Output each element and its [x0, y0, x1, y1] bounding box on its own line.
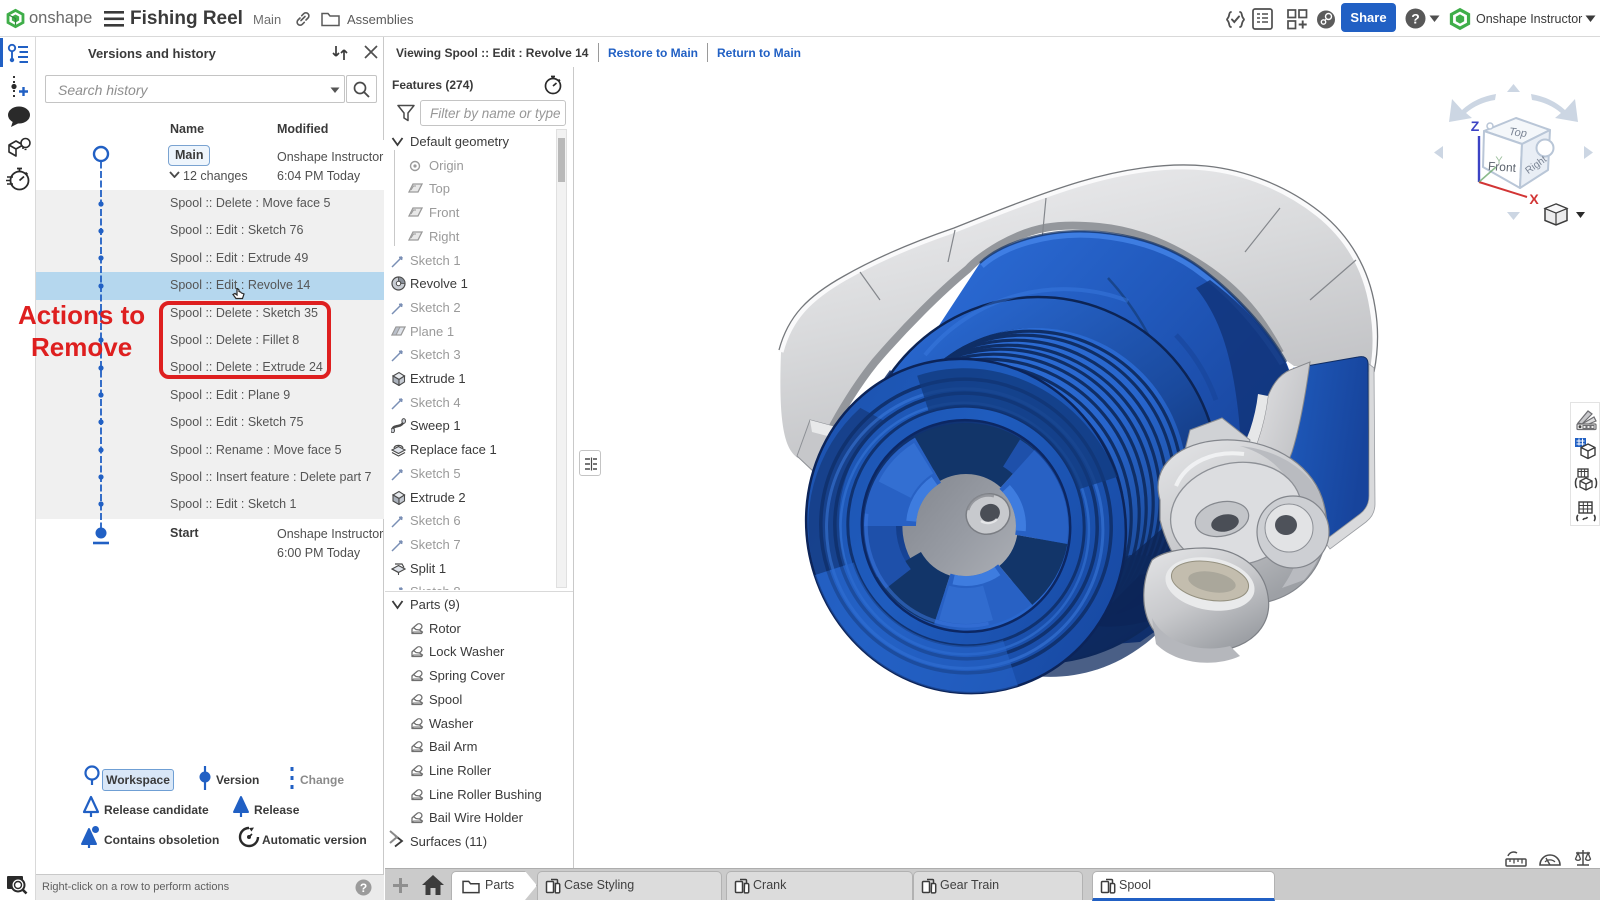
- svg-text:Y: Y: [1495, 155, 1503, 167]
- svg-text:X: X: [1529, 191, 1539, 207]
- svg-text:?: ?: [360, 881, 367, 895]
- svg-text:Top: Top: [1508, 126, 1527, 140]
- svg-text:Z: Z: [1471, 118, 1480, 134]
- svg-text:?: ?: [1411, 11, 1420, 27]
